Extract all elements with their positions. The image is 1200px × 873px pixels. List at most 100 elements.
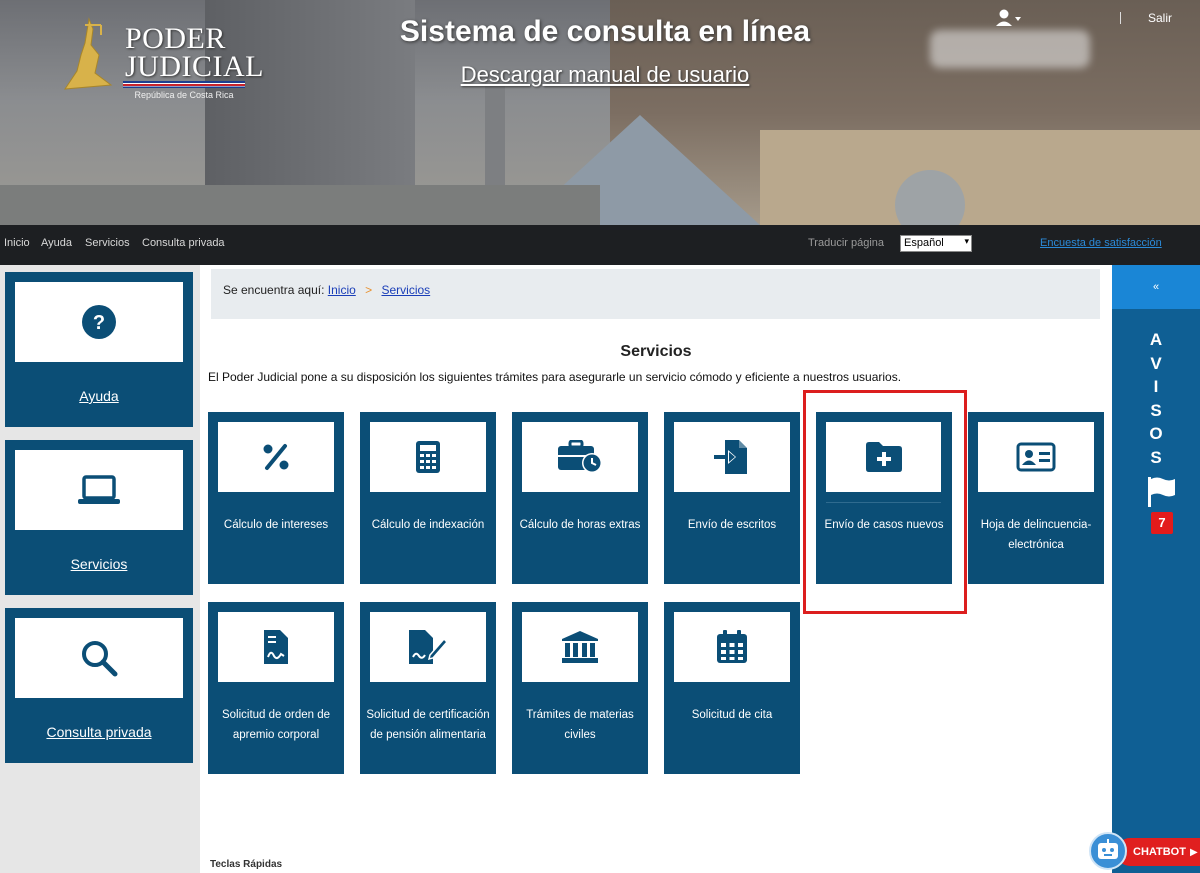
chatbot-button[interactable]: CHATBOT ▶ bbox=[1088, 830, 1200, 873]
briefcase-clock-icon bbox=[558, 440, 602, 473]
calculator-icon bbox=[416, 441, 440, 473]
intro-text: El Poder Judicial pone a su disposición … bbox=[208, 370, 902, 384]
sidebar-icon-box bbox=[15, 618, 183, 698]
banner-ground bbox=[0, 185, 600, 225]
translate-label: Traducir página bbox=[808, 237, 885, 249]
avisos-letter: O bbox=[1149, 424, 1163, 443]
caret-down-icon bbox=[1015, 17, 1021, 21]
breadcrumb: Se encuentra aquí: Inicio > Servicios bbox=[211, 269, 1100, 319]
site-title: Sistema de consulta en línea bbox=[399, 15, 811, 48]
poder-judicial-logo[interactable]: PODER JUDICIAL República de Costa Rica bbox=[55, 10, 264, 100]
tile-envio-escritos[interactable]: Envío de escritos bbox=[664, 412, 800, 584]
chatbot-label: CHATBOT bbox=[1133, 846, 1186, 858]
laptop-icon bbox=[78, 475, 120, 504]
tile-calculo-horas-extras[interactable]: Cálculo de horas extras bbox=[512, 412, 648, 584]
sidebar-item-label: Consulta privada bbox=[46, 724, 152, 740]
tile-icon-box bbox=[370, 612, 486, 682]
nav-item-servicios[interactable]: Servicios bbox=[85, 237, 130, 249]
hotkeys-heading: Teclas Rápidas bbox=[210, 859, 283, 870]
chevron-right-icon: ▶ bbox=[1189, 847, 1198, 858]
avisos-collapse-button[interactable]: « bbox=[1112, 265, 1200, 309]
sidebar-icon-box: ? bbox=[15, 282, 183, 362]
avisos-letter: S bbox=[1150, 447, 1162, 467]
file-import-icon bbox=[714, 440, 747, 474]
sidebar-item-consulta-privada[interactable]: Consulta privada bbox=[5, 608, 193, 763]
tile-label: Envío de escritos bbox=[687, 519, 777, 531]
chevron-down-icon: ▾ bbox=[964, 236, 969, 246]
avisos-count-badge[interactable]: 7 bbox=[1151, 512, 1173, 534]
left-sidebar: ? Ayuda Servicios Consulta privada bbox=[0, 265, 200, 873]
calendar-icon bbox=[717, 630, 747, 663]
survey-link[interactable]: Encuesta de satisfacción bbox=[1040, 237, 1162, 249]
language-select[interactable]: Español ▾ bbox=[900, 235, 972, 252]
page-title: Servicios bbox=[620, 343, 692, 360]
logo-text-line2: JUDICIAL bbox=[125, 50, 264, 83]
avisos-letter: V bbox=[1150, 353, 1162, 373]
tile-solicitud-cita[interactable]: Solicitud de cita bbox=[664, 602, 800, 774]
avisos-letter: I bbox=[1153, 377, 1159, 396]
percent-icon bbox=[263, 444, 289, 470]
tile-icon-box bbox=[522, 422, 638, 492]
user-name-blurred bbox=[930, 30, 1090, 68]
header-divider bbox=[1120, 12, 1121, 24]
tile-solicitud-apremio-corporal[interactable]: Solicitud de orden de apremio corporal bbox=[208, 602, 344, 774]
avisos-letter: A bbox=[1149, 330, 1163, 349]
bank-icon bbox=[562, 631, 598, 663]
breadcrumb-current-link[interactable]: Servicios bbox=[381, 283, 430, 297]
top-navbar: Inicio Ayuda Servicios Consulta privada … bbox=[0, 225, 1200, 265]
banner-building-lower bbox=[760, 130, 1200, 225]
user-menu-button[interactable] bbox=[995, 8, 1023, 30]
breadcrumb-prefix: Se encuentra aquí: bbox=[223, 283, 325, 297]
costa-rica-flag-stripe bbox=[123, 81, 245, 88]
tile-hoja-delincuencia[interactable]: Hoja de delincuencia-electrónica bbox=[968, 412, 1104, 584]
svg-text:?: ? bbox=[93, 312, 105, 334]
question-circle-icon: ? bbox=[82, 305, 116, 339]
nav-item-ayuda[interactable]: Ayuda bbox=[41, 237, 72, 249]
avisos-letter: S bbox=[1150, 400, 1162, 420]
highlight-annotation bbox=[803, 390, 967, 614]
tile-label: Solicitud de cita bbox=[691, 709, 773, 721]
file-signature-icon bbox=[264, 630, 288, 664]
tile-icon-box bbox=[674, 612, 790, 682]
tile-label: Cálculo de intereses bbox=[223, 519, 329, 531]
main-content: Se encuentra aquí: Inicio > Servicios Se… bbox=[200, 265, 1112, 873]
tile-icon-box bbox=[218, 422, 334, 492]
download-manual-link[interactable]: Descargar manual de usuario bbox=[400, 62, 810, 88]
tile-icon-box bbox=[674, 422, 790, 492]
breadcrumb-separator: > bbox=[365, 283, 373, 297]
tile-icon-box bbox=[218, 612, 334, 682]
sidebar-item-label: Ayuda bbox=[79, 388, 119, 404]
nav-item-consulta-privada[interactable]: Consulta privada bbox=[142, 237, 225, 249]
justice-statue-icon bbox=[64, 17, 113, 90]
sidebar-item-label: Servicios bbox=[70, 556, 128, 572]
tile-icon-box bbox=[522, 612, 638, 682]
tile-label: Hoja de delincuencia-electrónica bbox=[980, 519, 1092, 551]
logout-link[interactable]: Salir bbox=[1148, 11, 1172, 25]
tile-calculo-indexacion[interactable]: Cálculo de indexación bbox=[360, 412, 496, 584]
tile-label: Solicitud de certificación de pensión al… bbox=[366, 709, 490, 741]
tile-certificacion-pension[interactable]: Solicitud de certificación de pensión al… bbox=[360, 602, 496, 774]
tile-icon-box bbox=[370, 422, 486, 492]
sidebar-item-servicios[interactable]: Servicios bbox=[5, 440, 193, 595]
chatbot-pill: CHATBOT ▶ bbox=[1116, 838, 1200, 866]
avisos-vertical-label[interactable]: A V I S O S bbox=[1112, 328, 1200, 469]
nav-item-inicio[interactable]: Inicio bbox=[4, 237, 30, 249]
search-icon bbox=[82, 641, 118, 677]
header-banner: PODER JUDICIAL República de Costa Rica S… bbox=[0, 0, 1200, 225]
flag-icon[interactable] bbox=[1147, 476, 1177, 508]
tile-calculo-intereses[interactable]: Cálculo de intereses bbox=[208, 412, 344, 584]
tile-label: Trámites de materias civiles bbox=[526, 709, 634, 741]
logo-subtitle: República de Costa Rica bbox=[134, 90, 234, 100]
tile-tramites-materias-civiles[interactable]: Trámites de materias civiles bbox=[512, 602, 648, 774]
id-card-icon bbox=[1016, 442, 1056, 472]
tile-icon-box bbox=[978, 422, 1094, 492]
breadcrumb-home-link[interactable]: Inicio bbox=[328, 283, 356, 297]
user-icon bbox=[996, 9, 1021, 26]
robot-face-icon bbox=[1098, 839, 1118, 859]
language-select-value: Español bbox=[904, 237, 944, 249]
avisos-panel: « A V I S O S bbox=[1112, 265, 1200, 873]
sidebar-item-ayuda[interactable]: ? Ayuda bbox=[5, 272, 193, 427]
tile-label: Cálculo de horas extras bbox=[519, 519, 641, 531]
file-pen-icon bbox=[409, 630, 448, 664]
sidebar-icon-box bbox=[15, 450, 183, 530]
